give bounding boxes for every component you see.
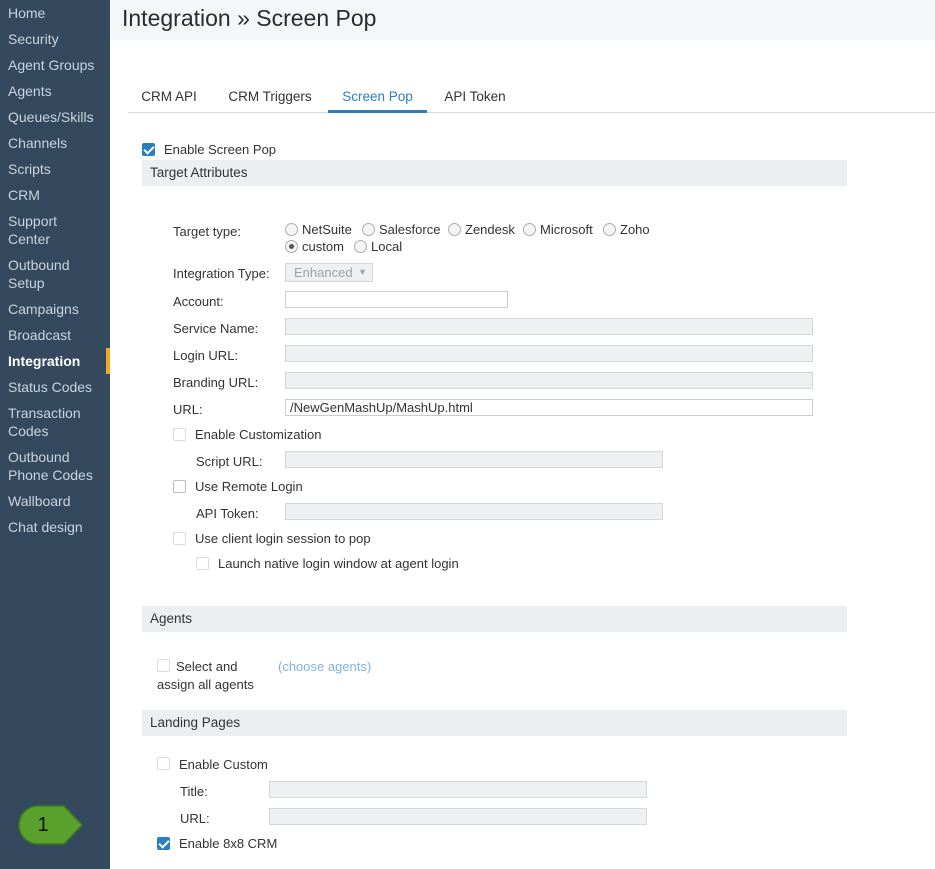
sidebar-item-agents[interactable]: Agents [0,82,110,100]
sidebar-item-label: Transaction [8,405,81,421]
login-url-label: Login URL: [173,348,239,363]
integration-type-value: Enhanced [294,265,353,280]
sidebar-item-label: Phone Codes [8,467,93,483]
radio-microsoft[interactable] [523,223,536,236]
login-url-input[interactable] [285,345,813,362]
sidebar-item-label: Codes [8,423,49,439]
radio-salesforce[interactable] [362,223,375,236]
sidebar-item-transaction-codes[interactable]: Transaction Codes [0,404,110,440]
use-client-login-checkbox[interactable] [173,532,186,545]
sidebar-item-scripts[interactable]: Scripts [0,160,110,178]
enable-8x8-crm-label: Enable 8x8 CRM [179,836,278,851]
branding-url-label: Branding URL: [173,375,259,390]
sidebar-item-queues-skills[interactable]: Queues/Skills [0,108,110,126]
tab-screen-pop[interactable]: Screen Pop [328,89,427,113]
integration-type-label: Integration Type: [173,266,270,281]
radio-zendesk[interactable] [448,223,461,236]
page-header: Integration » Screen Pop [110,0,935,40]
tab-crm-api[interactable]: CRM API [128,89,210,112]
sidebar-item-label: Setup [8,275,45,291]
page-title: Integration » Screen Pop [122,5,377,31]
use-remote-login-label: Use Remote Login [195,479,303,494]
enable-8x8-crm-checkbox[interactable] [157,837,170,850]
target-type-label: Target type: [173,224,241,239]
radio-microsoft-label: Microsoft [540,222,593,237]
select-all-agents-label-2: assign all agents [157,677,254,692]
enable-screen-pop-label: Enable Screen Pop [164,142,277,157]
sidebar-item-campaigns[interactable]: Campaigns [0,300,110,318]
radio-zoho-label: Zoho [620,222,650,237]
radio-custom[interactable] [285,240,298,253]
sidebar-item-label: Center [8,231,51,247]
agents-header: Agents [142,606,847,632]
service-name-label: Service Name: [173,321,259,336]
select-all-agents-checkbox[interactable] [157,659,170,672]
use-client-login-label: Use client login session to pop [195,531,371,546]
account-input[interactable] [285,291,508,308]
radio-zendesk-label: Zendesk [465,222,515,237]
sidebar-item-status-codes[interactable]: Status Codes [0,378,110,396]
sidebar-item-channels[interactable]: Channels [0,134,110,152]
section-title: Landing Pages [150,715,241,730]
enable-custom-label: Enable Custom [179,757,268,772]
sidebar-item-label: Outbound [8,257,70,273]
landing-pages-header: Landing Pages [142,710,847,736]
step-number: 1 [37,814,49,836]
url-label: URL: [173,402,203,417]
landing-title-label: Title: [180,784,208,799]
tab-crm-triggers[interactable]: CRM Triggers [218,89,322,112]
account-label: Account: [173,294,224,309]
tab-api-token[interactable]: API Token [436,89,514,112]
radio-salesforce-label: Salesforce [379,222,441,237]
radio-custom-label: custom [302,239,344,254]
radio-netsuite-label: NetSuite [302,222,352,237]
enable-customization-label: Enable Customization [195,427,322,442]
sidebar-item-agent-groups[interactable]: Agent Groups [0,56,110,74]
choose-agents-link[interactable]: (choose agents) [278,659,371,674]
launch-native-login-checkbox[interactable] [196,557,209,570]
target-attributes-header: Target Attributes [142,160,847,186]
enable-screen-pop-checkbox[interactable] [142,143,155,156]
sidebar-item-support-center[interactable]: Support Center [0,212,110,248]
section-title: Target Attributes [150,165,248,180]
url-input[interactable]: /NewGenMashUp/MashUp.html [285,399,813,416]
sidebar-item-crm[interactable]: CRM [0,186,110,204]
launch-native-login-label: Launch native login window at agent logi… [218,556,459,571]
script-url-input[interactable] [285,451,663,468]
api-token-input[interactable] [285,503,663,520]
radio-local-label: Local [371,239,403,254]
sidebar-item-wallboard[interactable]: Wallboard [0,492,110,510]
landing-url-input[interactable] [269,808,647,825]
tab-bar: CRM API CRM Triggers Screen Pop API Toke… [128,80,935,113]
sidebar-item-home[interactable]: Home [0,4,110,22]
radio-netsuite[interactable] [285,223,298,236]
branding-url-input[interactable] [285,372,813,389]
landing-title-input[interactable] [269,781,647,798]
sidebar-item-security[interactable]: Security [0,30,110,48]
sidebar-item-label: Support [8,213,58,229]
script-url-label: Script URL: [196,454,263,469]
sidebar-item-outbound-phone-codes[interactable]: Outbound Phone Codes [0,448,110,484]
service-name-input[interactable] [285,318,813,335]
sidebar-item-outbound-setup[interactable]: Outbound Setup [0,256,110,292]
api-token-label: API Token: [196,506,259,521]
chevron-down-icon: ▼ [358,267,367,277]
sidebar: Home Security Agent Groups Agents Queues… [0,0,110,869]
sidebar-item-integration[interactable]: Integration [0,348,110,374]
radio-local[interactable] [354,240,367,253]
section-title: Agents [150,611,193,626]
sidebar-item-label: Outbound [8,449,70,465]
integration-type-select[interactable]: Enhanced ▼ [285,263,373,282]
landing-url-label: URL: [180,811,210,826]
use-remote-login-checkbox[interactable] [173,480,186,493]
enable-custom-checkbox[interactable] [157,757,170,770]
select-all-agents-label: Select and [176,659,238,674]
sidebar-item-broadcast[interactable]: Broadcast [0,326,110,344]
step-badge: 1 [18,804,84,846]
radio-zoho[interactable] [603,223,616,236]
enable-customization-checkbox[interactable] [173,428,186,441]
sidebar-item-chat-design[interactable]: Chat design [0,518,110,536]
